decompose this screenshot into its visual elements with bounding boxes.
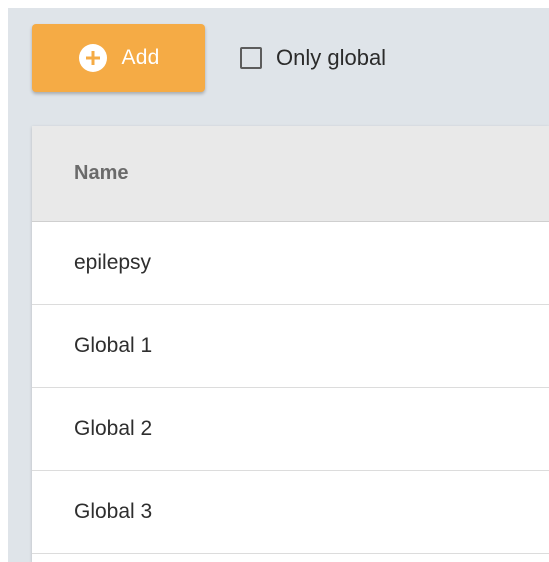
table-row[interactable]: Global 1 xyxy=(32,305,549,388)
toolbar: Add Only global xyxy=(0,0,549,110)
table-row[interactable]: epilepsy xyxy=(32,222,549,305)
column-header-name[interactable]: Name xyxy=(74,162,128,185)
app-root: Add Only global Name epilepsy Global 1 G… xyxy=(0,0,549,562)
row-name-cell: Global 3 xyxy=(74,500,153,523)
table-header: Name xyxy=(32,126,549,222)
add-button[interactable]: Add xyxy=(32,24,205,92)
checkbox-box[interactable] xyxy=(240,47,262,69)
data-table: Name epilepsy Global 1 Global 2 Global 3 xyxy=(32,126,549,562)
table-row[interactable]: Global 3 xyxy=(32,471,549,554)
row-name-cell: epilepsy xyxy=(74,251,152,274)
plus-circle-icon xyxy=(78,43,108,73)
row-name-cell: Global 1 xyxy=(74,334,153,357)
only-global-checkbox[interactable]: Only global xyxy=(240,42,386,74)
only-global-label: Only global xyxy=(276,45,387,70)
add-button-label: Add xyxy=(121,46,160,69)
row-name-cell: Global 2 xyxy=(74,417,153,440)
table-row[interactable]: Global 2 xyxy=(32,388,549,471)
